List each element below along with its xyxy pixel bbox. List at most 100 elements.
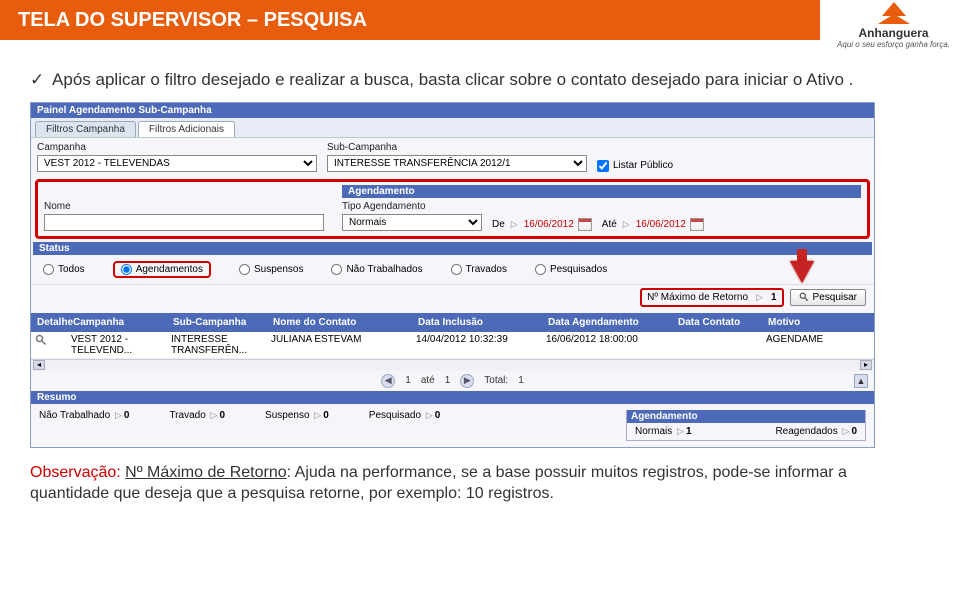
resumo-agendamento: Agendamento Normais ▷1 Reagendados ▷0	[626, 410, 866, 441]
logo-text: Anhanguera	[837, 26, 950, 40]
table-header: Detalhe Campanha Sub-Campanha Nome do Co…	[31, 313, 874, 332]
note-title: Nº Máximo de Retorno	[125, 464, 286, 481]
logo-slogan: Aqui o seu esforço ganha força.	[837, 40, 950, 49]
arrow-icon: ▷	[756, 292, 763, 303]
h-scrollbar[interactable]: ◂ ▸	[31, 359, 874, 371]
subcampanha-label: Sub-Campanha	[327, 142, 587, 153]
max-retorno-label: Nº Máximo de Retorno	[647, 292, 748, 303]
intro-text: Após aplicar o filtro desejado e realiza…	[52, 70, 853, 89]
cell-inclusao: 14/04/2012 10:32:39	[412, 332, 542, 358]
radio-nao-trabalhados[interactable]: Não Trabalhados	[331, 264, 422, 275]
tabs: Filtros Campanha Filtros Adicionais	[31, 118, 874, 138]
calendar-icon[interactable]	[690, 218, 704, 231]
resumo-suspenso: Suspenso ▷0	[265, 410, 329, 421]
max-retorno-box: Nº Máximo de Retorno ▷ 1	[640, 288, 783, 307]
ate-value[interactable]: 16/06/2012	[636, 219, 686, 230]
pager-total: 1	[518, 375, 524, 386]
calendar-icon[interactable]	[578, 218, 592, 231]
de-value[interactable]: 16/06/2012	[524, 219, 574, 230]
radio-label: Não Trabalhados	[346, 264, 422, 275]
table-row[interactable]: VEST 2012 - TELEVEND... INTERESSE TRANSF…	[31, 332, 874, 359]
resumo-nao-trab: Não Trabalhado ▷0	[39, 410, 129, 421]
row-campanha: Campanha VEST 2012 - TELEVENDAS Sub-Camp…	[31, 138, 874, 176]
radio-agendamentos[interactable]: Agendamentos	[121, 264, 203, 275]
agendamento-section: Agendamento	[342, 185, 861, 198]
status-section: Status	[33, 242, 872, 255]
page-header: TELA DO SUPERVISOR – PESQUISA	[0, 0, 820, 40]
note-paragraph: Observação: Nº Máximo de Retorno: Ajuda …	[30, 462, 875, 505]
campanha-select[interactable]: VEST 2012 - TELEVENDAS	[37, 155, 317, 172]
check-icon: ✓	[30, 70, 44, 89]
cell-agend: 16/06/2012 18:00:00	[542, 332, 672, 358]
cell-sub: INTERESSE TRANSFERÊN...	[167, 332, 267, 358]
panel-title: Painel Agendamento Sub-Campanha	[31, 103, 874, 118]
tipo-label: Tipo Agendamento	[342, 201, 482, 212]
resumo-travado: Travado ▷0	[169, 410, 225, 421]
app-screenshot: Painel Agendamento Sub-Campanha Filtros …	[30, 102, 875, 448]
resumo-agend-title: Agendamento	[627, 410, 865, 423]
subcampanha-select[interactable]: INTERESSE TRANSFERÊNCIA 2012/1	[327, 155, 587, 172]
th-campanha: Campanha	[69, 315, 169, 330]
radio-label: Pesquisados	[550, 264, 607, 275]
radio-todos[interactable]: Todos	[43, 264, 85, 275]
arrow-icon: ▷	[623, 219, 630, 230]
collapse-up-icon[interactable]: ▲	[854, 374, 868, 388]
resumo-body: Não Trabalhado ▷0 Travado ▷0 Suspenso ▷0…	[31, 404, 874, 447]
resumo-reagend: Reagendados ▷0	[775, 426, 857, 437]
th-inclusao: Data Inclusão	[414, 315, 544, 330]
cell-contato	[672, 332, 762, 358]
th-detalhe: Detalhe	[33, 315, 69, 330]
cell-campanha: VEST 2012 - TELEVEND...	[67, 332, 167, 358]
th-subcampanha: Sub-Campanha	[169, 315, 269, 330]
listar-publico-input[interactable]	[597, 160, 609, 172]
tab-filtros-adicionais[interactable]: Filtros Adicionais	[138, 121, 235, 137]
tipo-select[interactable]: Normais	[342, 214, 482, 231]
search-icon	[35, 334, 47, 346]
pager: ◀ 1 até 1 ▶ Total: 1 ▲	[31, 371, 874, 391]
radio-label: Todos	[58, 264, 85, 275]
tab-filtros-campanha[interactable]: Filtros Campanha	[35, 121, 136, 137]
nome-input[interactable]	[44, 214, 324, 231]
brand-logo: Anhanguera Aqui o seu esforço ganha forç…	[837, 2, 950, 49]
cell-nome: JULIANA ESTEVAM	[267, 332, 412, 358]
radio-label: Agendamentos	[136, 264, 203, 275]
status-radios: Todos Agendamentos Suspensos Não Trabalh…	[31, 255, 874, 284]
logo-triangle-icon	[878, 14, 910, 24]
nome-label: Nome	[44, 201, 324, 212]
resumo-section: Resumo	[31, 391, 874, 404]
th-agendamento: Data Agendamento	[544, 315, 674, 330]
pager-prev-button[interactable]: ◀	[381, 374, 395, 388]
listar-publico-label: Listar Público	[613, 160, 673, 171]
pager-ate: até	[421, 375, 435, 386]
de-label: De	[492, 219, 505, 230]
resumo-left: Não Trabalhado ▷0 Travado ▷0 Suspenso ▷0…	[39, 410, 440, 421]
listar-publico-checkbox[interactable]: Listar Público	[597, 160, 673, 172]
detail-icon[interactable]	[31, 332, 67, 358]
pager-next-button[interactable]: ▶	[460, 374, 474, 388]
radio-pesquisados[interactable]: Pesquisados	[535, 264, 607, 275]
highlight-agendamentos: Agendamentos	[113, 261, 211, 278]
radio-label: Travados	[466, 264, 507, 275]
ate-label: Até	[602, 219, 617, 230]
scroll-right-icon[interactable]: ▸	[860, 360, 872, 370]
resumo-pesquisado: Pesquisado ▷0	[369, 410, 441, 421]
resumo-normais: Normais ▷1	[635, 426, 692, 437]
radio-travados[interactable]: Travados	[451, 264, 507, 275]
th-motivo: Motivo	[764, 315, 854, 330]
arrow-icon: ▷	[511, 219, 518, 230]
th-nome: Nome do Contato	[269, 315, 414, 330]
cell-motivo: AGENDAME	[762, 332, 852, 358]
scroll-left-icon[interactable]: ◂	[33, 360, 45, 370]
th-contato: Data Contato	[674, 315, 764, 330]
pager-pages: 1	[445, 375, 451, 386]
radio-suspensos[interactable]: Suspensos	[239, 264, 303, 275]
radio-label: Suspensos	[254, 264, 303, 275]
page-title: TELA DO SUPERVISOR – PESQUISA	[18, 9, 367, 32]
pointer-arrow-icon	[790, 261, 814, 283]
pager-total-label: Total:	[484, 375, 508, 386]
intro-paragraph: ✓ Após aplicar o filtro desejado e reali…	[30, 68, 930, 92]
pesquisar-button[interactable]: Pesquisar	[790, 289, 866, 306]
note-obs: Observação:	[30, 464, 121, 481]
campanha-label: Campanha	[37, 142, 317, 153]
max-retorno-value[interactable]: 1	[771, 292, 777, 303]
